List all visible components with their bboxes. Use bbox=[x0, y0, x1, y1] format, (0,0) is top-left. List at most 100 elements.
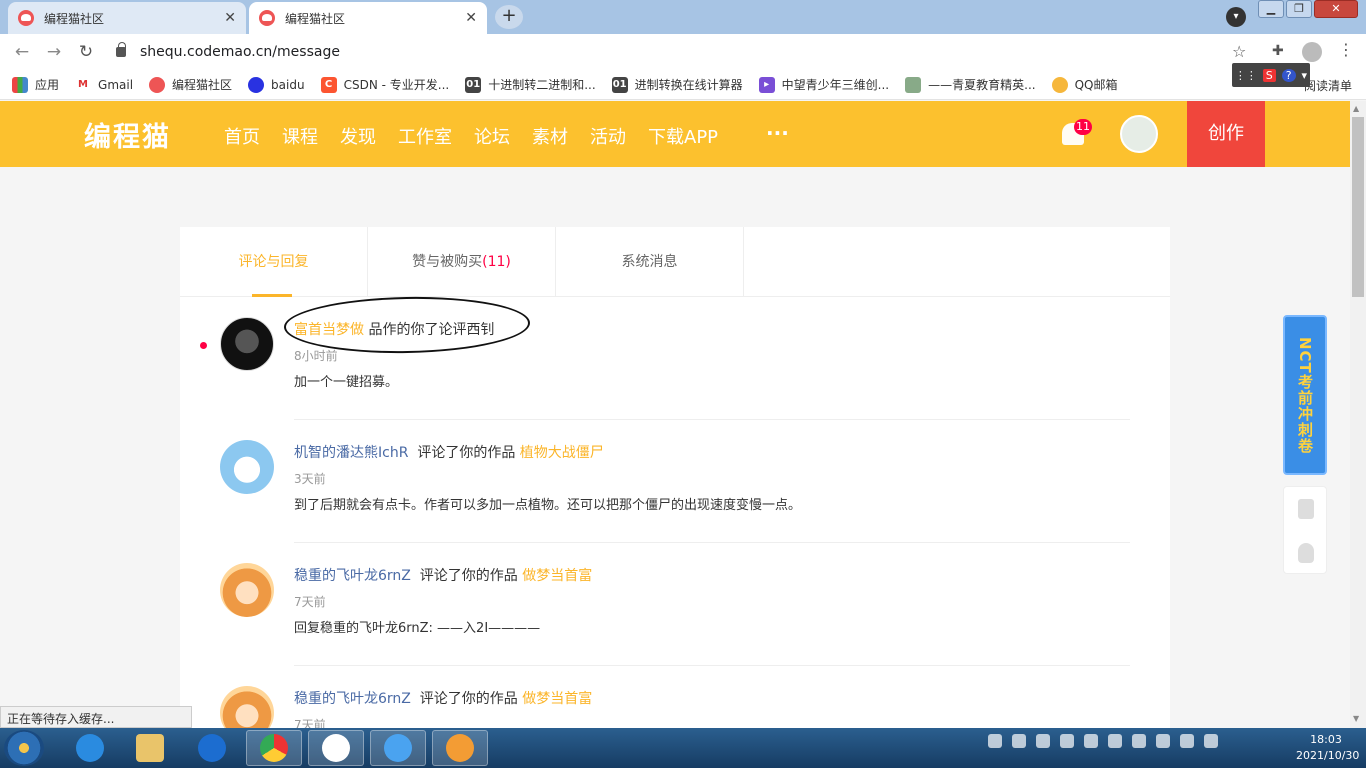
window-close-button[interactable]: ✕ bbox=[1314, 0, 1358, 18]
message-text: 回复稳重的飞叶龙6rnZ: ——入2I———— bbox=[294, 621, 541, 636]
promo-banner[interactable]: NCT考前冲刺卷 bbox=[1283, 315, 1327, 475]
forward-icon[interactable]: → bbox=[38, 42, 70, 62]
back-icon[interactable]: ← bbox=[6, 42, 38, 62]
tab-comments-replies[interactable]: 评论与回复 bbox=[180, 227, 368, 297]
scroll-up-icon[interactable]: ▲ bbox=[1353, 104, 1359, 113]
window-controls: ▁ ❐ ✕ bbox=[1256, 0, 1358, 18]
grid-icon: ⋮⋮ bbox=[1234, 68, 1257, 82]
bookmark-star-icon[interactable]: ☆ bbox=[1232, 42, 1246, 61]
menu-icon[interactable]: ⋮ bbox=[1338, 40, 1354, 59]
volume-icon[interactable] bbox=[1060, 734, 1074, 748]
bookmark-codemao[interactable]: 编程猫社区 bbox=[149, 76, 232, 93]
bluetooth-icon[interactable] bbox=[1132, 734, 1146, 748]
avatar[interactable] bbox=[220, 440, 274, 494]
message-time: 8小时前 bbox=[294, 349, 338, 363]
avatar[interactable] bbox=[220, 563, 274, 617]
avatar[interactable] bbox=[220, 317, 274, 371]
username-link[interactable]: 稳重的飞叶龙6rnZ bbox=[294, 568, 411, 584]
restore-button[interactable]: ❐ bbox=[1286, 0, 1312, 18]
work-link[interactable]: 做梦当首富 bbox=[522, 568, 592, 584]
address-bar[interactable]: shequ.codemao.cn/message bbox=[108, 38, 1258, 66]
bookmark-apps[interactable]: 应用 bbox=[12, 76, 59, 93]
side-toolbar bbox=[1283, 486, 1327, 574]
bookmark-base-converter[interactable]: 01 进制转换在线计算器 bbox=[611, 76, 743, 93]
bookmark-dec-to-bin[interactable]: 01 十进制转二进制和... bbox=[465, 76, 596, 93]
nav-download-app[interactable]: 下载APP bbox=[648, 123, 718, 149]
nav-courses[interactable]: 课程 bbox=[282, 123, 318, 149]
tab-title: 编程猫社区 bbox=[285, 11, 346, 26]
nav-discover[interactable]: 发现 bbox=[340, 123, 376, 149]
work-link[interactable]: 做梦当首富 bbox=[522, 691, 592, 707]
display-icon[interactable] bbox=[1180, 734, 1194, 748]
tab-system-messages[interactable]: 系统消息 bbox=[556, 227, 744, 297]
taskbar-app[interactable] bbox=[308, 730, 364, 766]
taskbar-ie[interactable] bbox=[62, 730, 118, 766]
scrollbar-thumb[interactable] bbox=[1352, 117, 1364, 297]
wechat-icon[interactable] bbox=[1012, 734, 1026, 748]
create-button[interactable]: 创作 bbox=[1187, 101, 1265, 167]
work-link[interactable]: 植物大战僵尸 bbox=[520, 445, 604, 461]
new-tab-button[interactable]: + bbox=[495, 5, 523, 29]
message-time: 3天前 bbox=[294, 472, 326, 486]
scroll-down-icon[interactable]: ▼ bbox=[1353, 714, 1359, 723]
message-time: 7天前 bbox=[294, 595, 326, 609]
nav-forum[interactable]: 论坛 bbox=[474, 123, 510, 149]
username-link[interactable]: 机智的潘达熊IchR bbox=[294, 445, 408, 461]
message-action: 评论了你的作品 bbox=[419, 691, 518, 707]
message-header: 机智的潘达熊IchR 评论了你的作品 植物大战僵尸 bbox=[294, 442, 604, 462]
signal-icon[interactable] bbox=[1108, 734, 1122, 748]
browser-tab[interactable]: 编程猫社区 ✕ bbox=[8, 2, 246, 34]
message-text: 到了后期就会有点卡。作者可以多加一点植物。还可以把那个僵尸的出现速度变慢一点。 bbox=[294, 498, 802, 513]
chrome-icon bbox=[260, 734, 288, 762]
browser-tab-active[interactable]: 编程猫社区 ✕ bbox=[249, 2, 487, 34]
taskbar-chrome[interactable] bbox=[246, 730, 302, 766]
site-logo[interactable]: 编程猫 bbox=[84, 115, 171, 154]
close-icon[interactable]: ✕ bbox=[465, 10, 477, 26]
shield-icon[interactable] bbox=[1036, 734, 1050, 748]
apps-icon bbox=[12, 76, 28, 93]
bookmark-baidu[interactable]: baidu bbox=[248, 76, 305, 93]
qq-icon[interactable] bbox=[1298, 543, 1314, 563]
close-icon[interactable]: ✕ bbox=[224, 10, 236, 26]
tab-likes-purchases[interactable]: 赞与被购买(11) bbox=[368, 227, 556, 297]
help-icon: ? bbox=[1281, 68, 1296, 82]
bookmark-qqmail[interactable]: QQ邮箱 bbox=[1051, 76, 1117, 93]
nav-studio[interactable]: 工作室 bbox=[398, 123, 452, 149]
ie-icon bbox=[76, 734, 104, 762]
ime-toolbar[interactable]: ⋮⋮ S ? ▾ bbox=[1232, 63, 1310, 87]
keyboard-icon[interactable] bbox=[1204, 734, 1218, 748]
taskbar-clock[interactable]: 18:03 2021/10/30 bbox=[1296, 732, 1359, 764]
taskbar-flame[interactable] bbox=[432, 730, 488, 766]
mobile-icon[interactable] bbox=[1298, 499, 1314, 519]
nav-assets[interactable]: 素材 bbox=[532, 123, 568, 149]
nvidia-icon[interactable] bbox=[1156, 734, 1170, 748]
message-text: 加一个一键招募。 bbox=[294, 375, 399, 390]
taskbar-k-app[interactable] bbox=[184, 730, 240, 766]
qqmail-icon bbox=[1051, 76, 1068, 93]
user-avatar[interactable] bbox=[1120, 115, 1158, 153]
nav-home[interactable]: 首页 bbox=[224, 123, 260, 149]
status-bubble: 正在等待存入缓存... bbox=[0, 706, 192, 728]
profile-avatar-icon[interactable] bbox=[1302, 42, 1322, 62]
nav-events[interactable]: 活动 bbox=[590, 123, 626, 149]
bookmark-csdn[interactable]: C CSDN - 专业开发... bbox=[320, 76, 449, 93]
bookmark-gmail[interactable]: M Gmail bbox=[75, 76, 133, 93]
reading-list-button[interactable]: 阅读清单 bbox=[1304, 77, 1352, 94]
network-icon[interactable] bbox=[1084, 734, 1098, 748]
browser-toolbar: ← → ↻ shequ.codemao.cn/message bbox=[0, 34, 1366, 70]
more-icon[interactable]: ··· bbox=[766, 121, 789, 145]
tab-search-icon[interactable]: ▾ bbox=[1226, 7, 1246, 27]
taskbar-feishu[interactable] bbox=[370, 730, 426, 766]
bookmark-zw3d[interactable]: ▸ 中望青少年三维创... bbox=[758, 76, 889, 93]
reload-icon[interactable]: ↻ bbox=[70, 42, 102, 62]
url-text: shequ.codemao.cn/message bbox=[140, 44, 340, 60]
minimize-button[interactable]: ▁ bbox=[1258, 0, 1284, 18]
taskbar-explorer[interactable] bbox=[122, 730, 178, 766]
tray-icon[interactable] bbox=[988, 734, 1002, 748]
taskbar: 18:03 2021/10/30 bbox=[0, 728, 1366, 768]
username-link[interactable]: 稳重的飞叶龙6rnZ bbox=[294, 691, 411, 707]
bookmark-qingxia[interactable]: ——青夏教育精英... bbox=[905, 76, 1036, 93]
clock-time: 18:03 bbox=[1310, 733, 1342, 746]
extensions-icon[interactable]: ✚ bbox=[1272, 43, 1284, 59]
start-button[interactable] bbox=[4, 730, 44, 766]
